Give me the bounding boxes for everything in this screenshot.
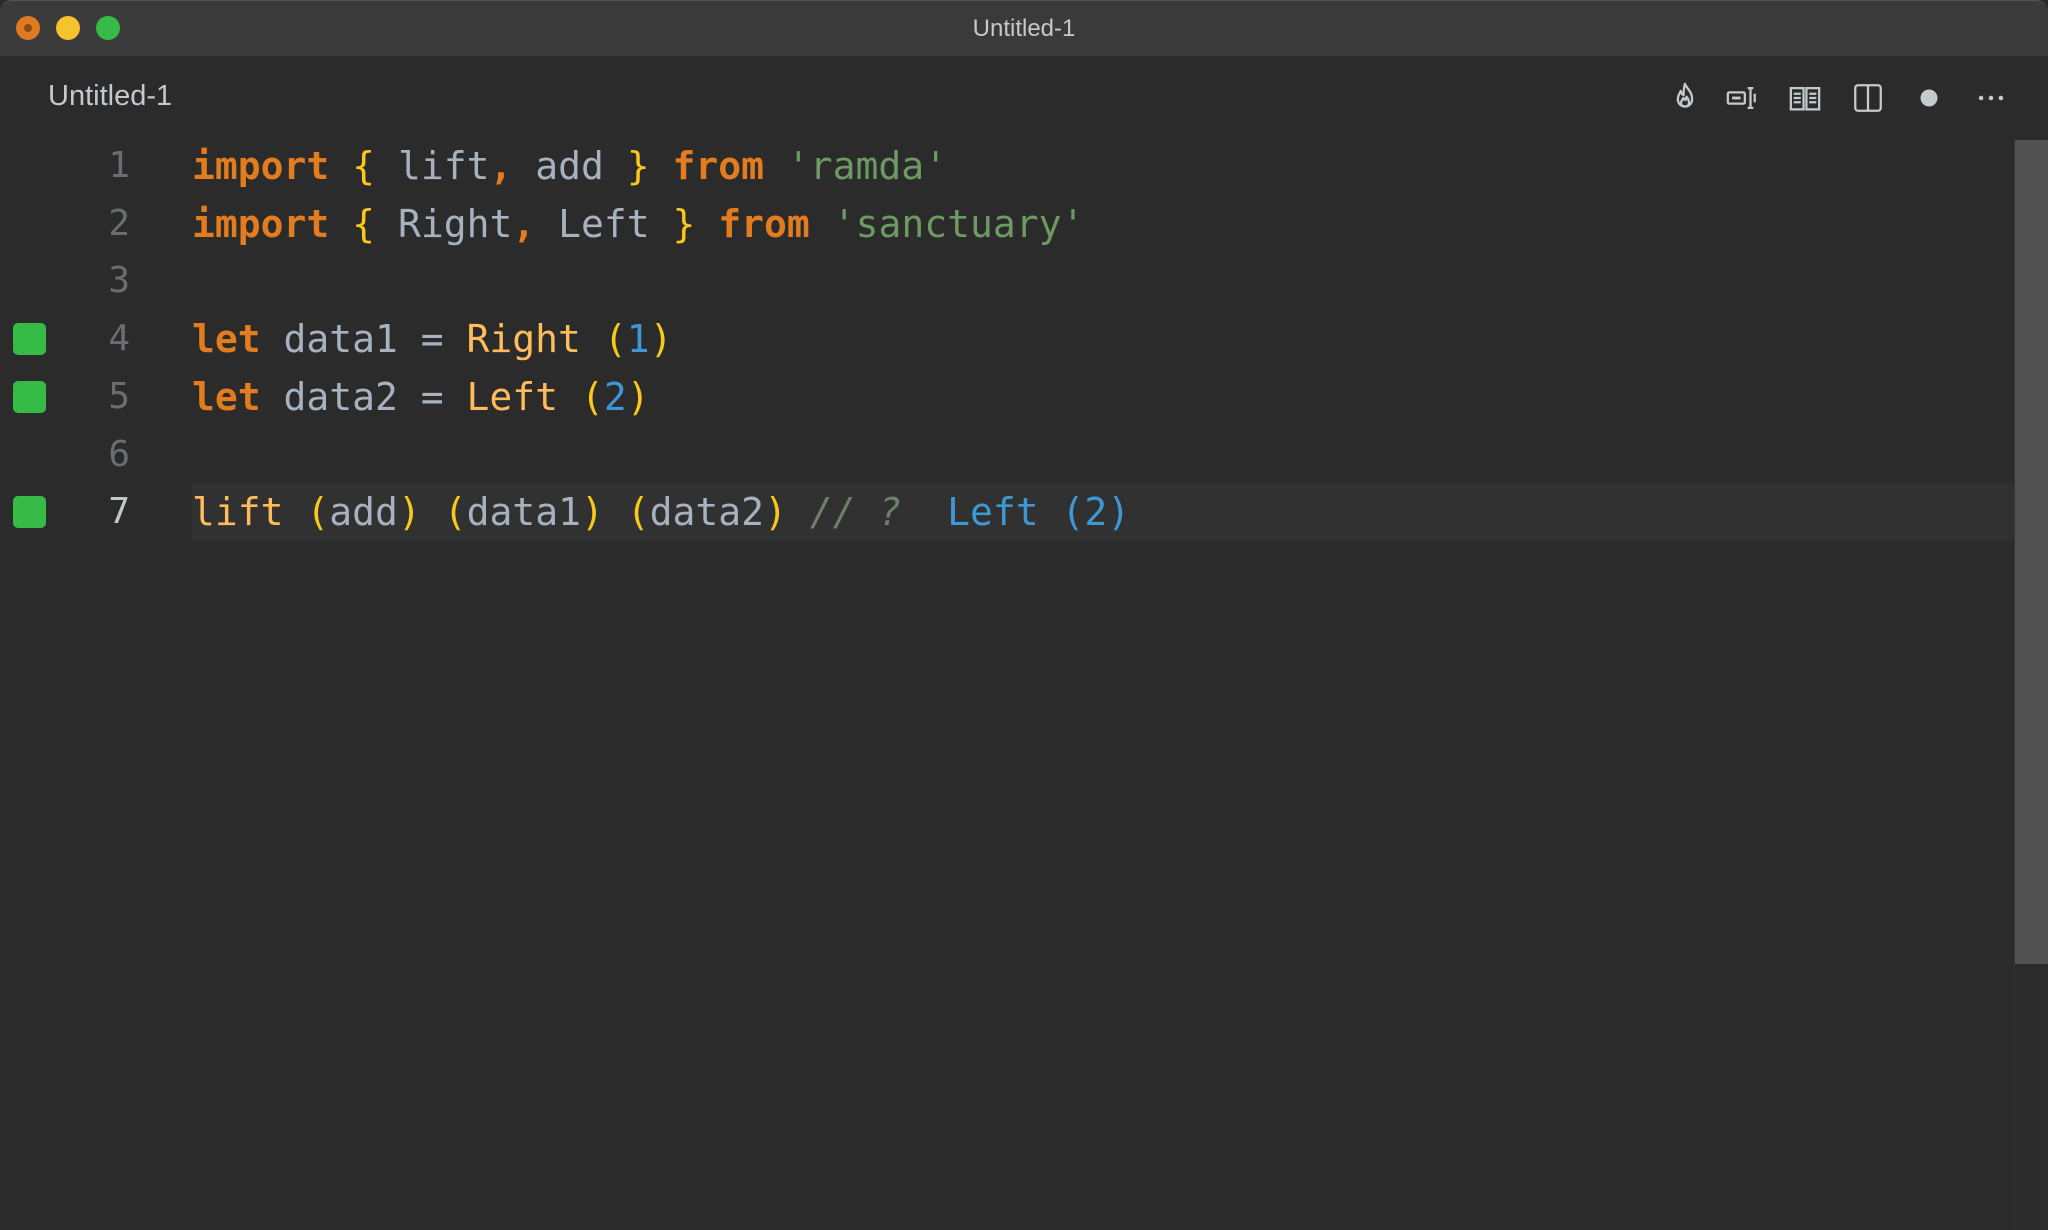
line-number: 1 [108, 145, 130, 186]
code-token: , [489, 144, 513, 188]
title-bar: Untitled-1 [0, 0, 2048, 56]
line-number: 7 [108, 491, 130, 533]
input-cursor-icon[interactable] [1724, 80, 1760, 116]
code-text: import { lift, add } from 'ramda' [192, 137, 947, 195]
code-token: Left [466, 374, 559, 419]
code-token: ) [581, 490, 604, 535]
code-token: lift [192, 490, 284, 535]
code-token: } [672, 201, 696, 246]
more-actions-icon[interactable] [1973, 80, 2009, 116]
code-token: ) [649, 317, 673, 362]
comment-token: // ? [809, 490, 902, 535]
code-token: { [352, 201, 376, 246]
coverage-marker-icon [13, 380, 46, 413]
line-number: 4 [108, 318, 130, 360]
code-token: Left [535, 201, 673, 246]
code-token: 1 [626, 317, 650, 362]
window-title: Untitled-1 [972, 15, 1076, 42]
code-token: let [192, 374, 261, 419]
code-token: ( [580, 374, 604, 419]
code-line[interactable]: 4 let data1 = Right (1) [0, 310, 2014, 368]
code-token: data1 [466, 490, 581, 535]
vertical-scrollbar[interactable] [2014, 140, 2048, 1230]
split-editor-icon[interactable] [1850, 80, 1886, 116]
unsaved-dot-icon[interactable] [1911, 80, 1947, 116]
coverage-marker-icon [13, 323, 46, 356]
code-line[interactable]: 7 lift (add) (data1) (data2) // ? Left (2… [0, 483, 2014, 542]
line-number: 2 [108, 202, 130, 244]
code-token: ( [306, 490, 330, 535]
code-token: data1 = [260, 317, 467, 362]
line-number: 3 [108, 260, 130, 302]
code-token: 'ramda' [786, 144, 948, 188]
code-editor[interactable]: 1 import { lift, add } from 'ramda' 2 impor… [0, 140, 2014, 1230]
code-token: Right [466, 317, 581, 362]
code-text: lift (add) (data1) (data2) // ? Left (2) [192, 483, 1130, 541]
code-token: import [192, 144, 330, 188]
code-line[interactable]: 2 import { Right, Left } from 'sanctuary' [0, 195, 2014, 253]
code-token: ( [603, 317, 627, 362]
code-token: 'sanctuary' [832, 201, 1085, 246]
code-token: import [192, 201, 330, 246]
inline-result: Left (2) [947, 490, 1131, 535]
code-text: let data1 = Right (1) [192, 310, 673, 368]
code-token: ( [626, 490, 650, 535]
code-token: add [512, 144, 627, 188]
code-token: ) [764, 490, 787, 535]
code-token: let [192, 317, 261, 362]
code-line[interactable]: 5 let data2 = Left (2) [0, 368, 2014, 426]
code-token: add [329, 490, 398, 535]
code-token: data2 = [260, 374, 467, 419]
open-book-icon[interactable] [1787, 80, 1823, 116]
code-text: import { Right, Left } from 'sanctuary' [192, 195, 1084, 253]
flame-icon[interactable] [1667, 80, 1703, 116]
code-token: ( [443, 490, 467, 535]
code-token: from [718, 201, 810, 246]
line-number: 6 [108, 433, 130, 475]
coverage-marker-icon [13, 496, 46, 529]
code-token: , [512, 201, 536, 246]
code-line[interactable]: 6 [0, 426, 2014, 484]
code-token: data2 [649, 490, 765, 535]
code-token: Right [375, 201, 513, 246]
code-token: ) [397, 490, 421, 535]
code-text: let data2 = Left (2) [192, 368, 650, 426]
code-line[interactable]: 3 [0, 252, 2014, 310]
code-token: ) [626, 374, 650, 419]
line-number: 5 [108, 375, 130, 417]
code-token: { [352, 144, 376, 188]
code-token: from [672, 144, 765, 188]
code-token: lift [375, 144, 490, 188]
scrollbar-thumb[interactable] [2015, 140, 2048, 964]
code-token: 2 [603, 374, 627, 419]
tab-untitled-1[interactable]: Untitled-1 [48, 80, 172, 113]
code-token: } [626, 144, 650, 188]
code-line[interactable]: 1 import { lift, add } from 'ramda' [0, 137, 2014, 195]
